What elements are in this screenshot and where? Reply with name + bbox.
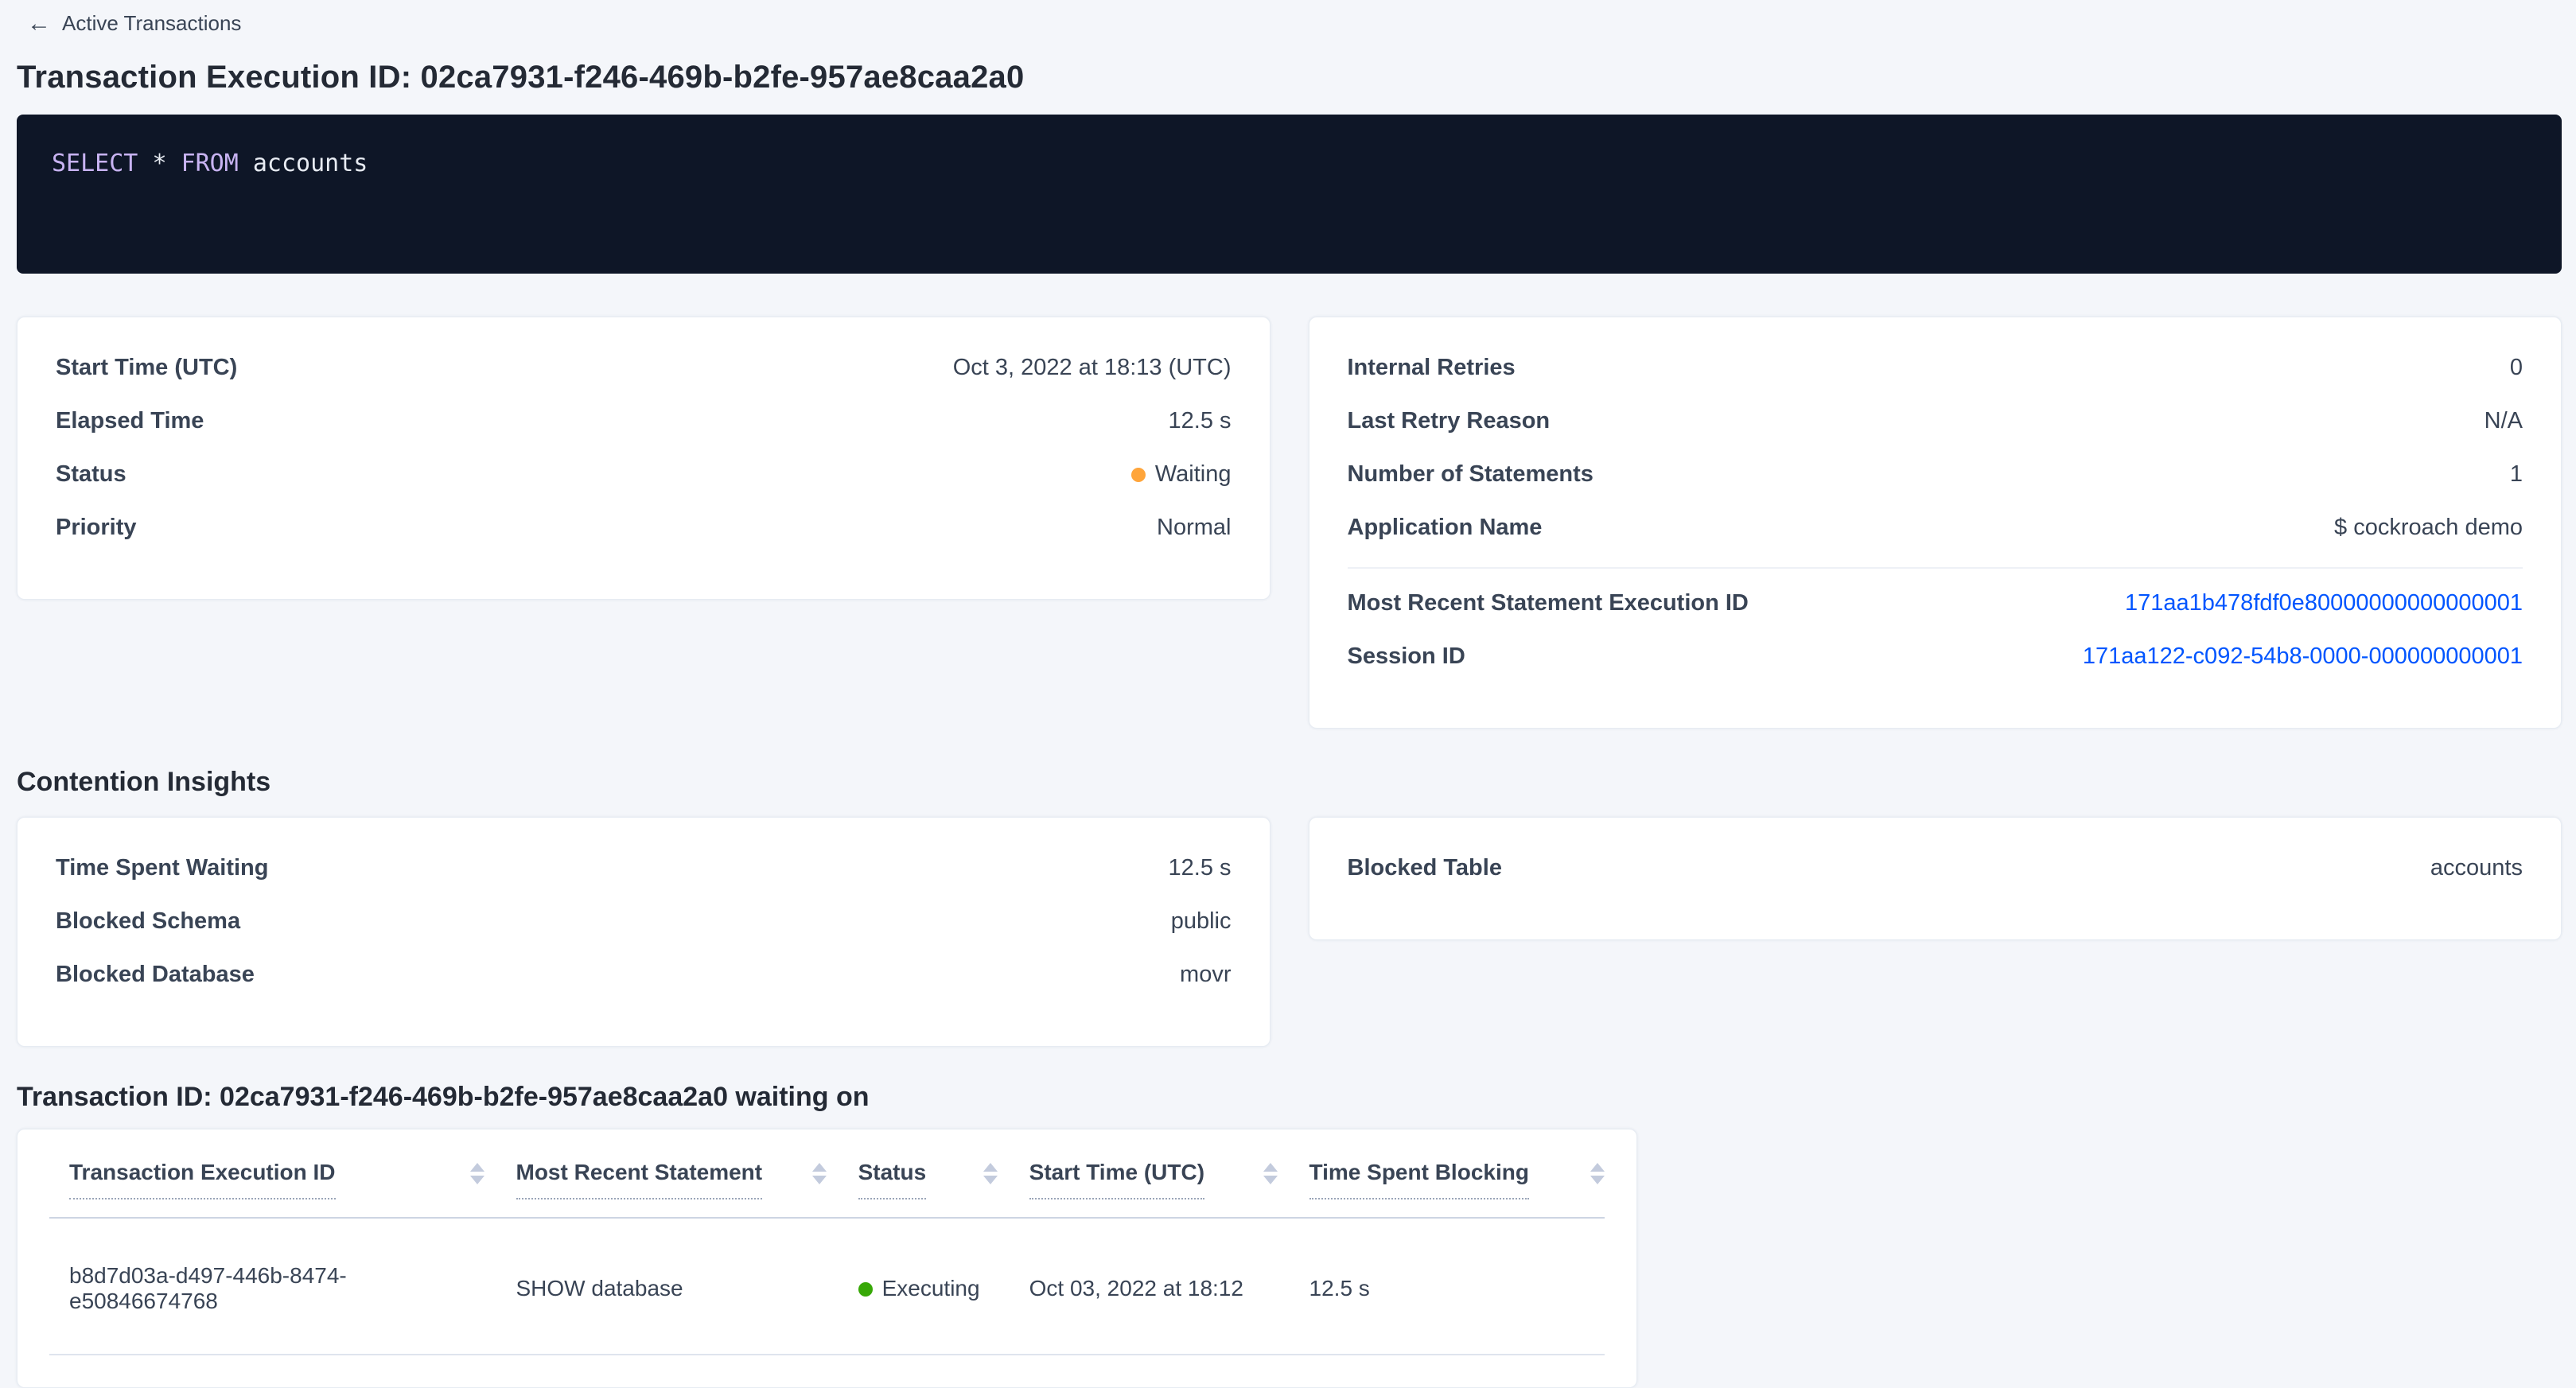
sql-identifier: accounts <box>253 150 368 177</box>
kv-label: Time Spent Waiting <box>56 855 268 881</box>
kv-label: Elapsed Time <box>56 408 204 434</box>
kv-label: Blocked Database <box>56 962 255 988</box>
card-divider <box>1348 567 2523 569</box>
sql-star: * <box>152 150 166 177</box>
sql-keyword-select: SELECT <box>52 150 138 177</box>
kv-label: Start Time (UTC) <box>56 355 237 381</box>
status-badge: Waiting <box>1131 461 1232 488</box>
kv-row-application-name: Application Name $ cockroach demo <box>1348 501 2523 554</box>
kv-row-last-retry-reason: Last Retry Reason N/A <box>1348 395 2523 448</box>
column-header-most-recent-statement[interactable]: Most Recent Statement <box>516 1129 858 1218</box>
cell-most-recent-statement: SHOW database <box>516 1218 858 1355</box>
column-header-time-spent-blocking[interactable]: Time Spent Blocking <box>1309 1129 1605 1218</box>
back-link-label: Active Transactions <box>62 11 241 36</box>
contention-card-left: Time Spent Waiting 12.5 s Blocked Schema… <box>17 817 1270 1047</box>
kv-label: Priority <box>56 515 137 541</box>
column-header-status[interactable]: Status <box>858 1129 1029 1218</box>
page-title: Transaction Execution ID: 02ca7931-f246-… <box>17 60 2576 95</box>
cell-transaction-execution-id: b8d7d03a-d497-446b-8474-e50846674768 <box>49 1218 516 1355</box>
kv-row-session-id: Session ID 171aa122-c092-54b8-0000-00000… <box>1348 630 2523 683</box>
kv-value: 0 <box>2510 355 2523 381</box>
session-id-link[interactable]: 171aa122-c092-54b8-0000-000000000001 <box>2083 643 2523 669</box>
waiting-on-table: Transaction Execution ID Most Recent Sta… <box>49 1129 1605 1355</box>
column-header-label: Most Recent Statement <box>516 1160 763 1199</box>
statement-execution-id-link[interactable]: 171aa1b478fdf0e80000000000000001 <box>2125 590 2523 616</box>
sql-keyword-from: FROM <box>181 150 239 177</box>
kv-label: Session ID <box>1348 643 1465 670</box>
kv-value: 1 <box>2510 461 2523 488</box>
kv-row-priority: Priority Normal <box>56 501 1232 554</box>
contention-card-right: Blocked Table accounts <box>1309 817 2562 940</box>
kv-label: Last Retry Reason <box>1348 408 1551 434</box>
kv-row-most-recent-statement-execution-id: Most Recent Statement Execution ID 171aa… <box>1348 577 2523 630</box>
executing-status-dot-icon <box>858 1282 873 1297</box>
kv-row-number-of-statements: Number of Statements 1 <box>1348 448 2523 501</box>
table-row: b8d7d03a-d497-446b-8474-e50846674768 SHO… <box>49 1218 1605 1355</box>
waiting-on-table-card: Transaction Execution ID Most Recent Sta… <box>17 1129 1637 1388</box>
sort-icon <box>470 1163 484 1184</box>
column-header-label: Start Time (UTC) <box>1029 1160 1204 1199</box>
column-header-label: Status <box>858 1160 927 1199</box>
cell-time-spent-blocking: 12.5 s <box>1309 1218 1605 1355</box>
kv-value: $ cockroach demo <box>2334 515 2523 541</box>
kv-label: Status <box>56 461 126 488</box>
kv-label: Blocked Table <box>1348 855 1502 881</box>
kv-row-blocked-schema: Blocked Schema public <box>56 895 1232 948</box>
sort-icon <box>983 1163 998 1184</box>
kv-row-elapsed-time: Elapsed Time 12.5 s <box>56 395 1232 448</box>
back-link[interactable]: ← Active Transactions <box>27 11 241 36</box>
column-header-transaction-execution-id[interactable]: Transaction Execution ID <box>49 1129 516 1218</box>
cell-start-time: Oct 03, 2022 at 18:12 <box>1029 1218 1309 1355</box>
kv-label: Blocked Schema <box>56 908 240 935</box>
waiting-on-heading: Transaction ID: 02ca7931-f246-469b-b2fe-… <box>17 1082 2576 1113</box>
contention-cards-row: Time Spent Waiting 12.5 s Blocked Schema… <box>17 817 2562 1047</box>
sort-icon <box>1263 1163 1278 1184</box>
kv-row-blocked-database: Blocked Database movr <box>56 948 1232 1001</box>
kv-value: accounts <box>2430 855 2523 881</box>
kv-label: Most Recent Statement Execution ID <box>1348 590 1749 616</box>
column-header-start-time[interactable]: Start Time (UTC) <box>1029 1129 1309 1218</box>
back-arrow-icon: ← <box>27 12 51 36</box>
kv-row-time-spent-waiting: Time Spent Waiting 12.5 s <box>56 842 1232 895</box>
sort-icon <box>1590 1163 1605 1184</box>
kv-label: Number of Statements <box>1348 461 1593 488</box>
kv-value: Oct 3, 2022 at 18:13 (UTC) <box>953 355 1232 381</box>
column-header-label: Time Spent Blocking <box>1309 1160 1529 1199</box>
sql-statement-box: SELECT * FROM accounts <box>17 115 2562 274</box>
cell-status: Executing <box>858 1218 1029 1355</box>
summary-card-right: Internal Retries 0 Last Retry Reason N/A… <box>1309 317 2562 729</box>
kv-value: public <box>1171 908 1232 935</box>
waiting-status-dot-icon <box>1131 468 1146 482</box>
sort-icon <box>812 1163 827 1184</box>
kv-row-internal-retries: Internal Retries 0 <box>1348 341 2523 395</box>
table-header-row: Transaction Execution ID Most Recent Sta… <box>49 1129 1605 1218</box>
column-header-label: Transaction Execution ID <box>69 1160 336 1199</box>
kv-row-start-time: Start Time (UTC) Oct 3, 2022 at 18:13 (U… <box>56 341 1232 395</box>
kv-value: N/A <box>2485 408 2523 434</box>
kv-label: Application Name <box>1348 515 1543 541</box>
kv-value: movr <box>1180 962 1231 988</box>
kv-value: Normal <box>1157 515 1231 541</box>
kv-label: Internal Retries <box>1348 355 1516 381</box>
contention-insights-heading: Contention Insights <box>17 767 2576 798</box>
kv-value: 12.5 s <box>1169 855 1232 881</box>
summary-card-left: Start Time (UTC) Oct 3, 2022 at 18:13 (U… <box>17 317 1270 600</box>
kv-row-status: Status Waiting <box>56 448 1232 501</box>
kv-value: 12.5 s <box>1169 408 1232 434</box>
summary-cards-row: Start Time (UTC) Oct 3, 2022 at 18:13 (U… <box>17 317 2562 729</box>
kv-row-blocked-table: Blocked Table accounts <box>1348 842 2523 895</box>
